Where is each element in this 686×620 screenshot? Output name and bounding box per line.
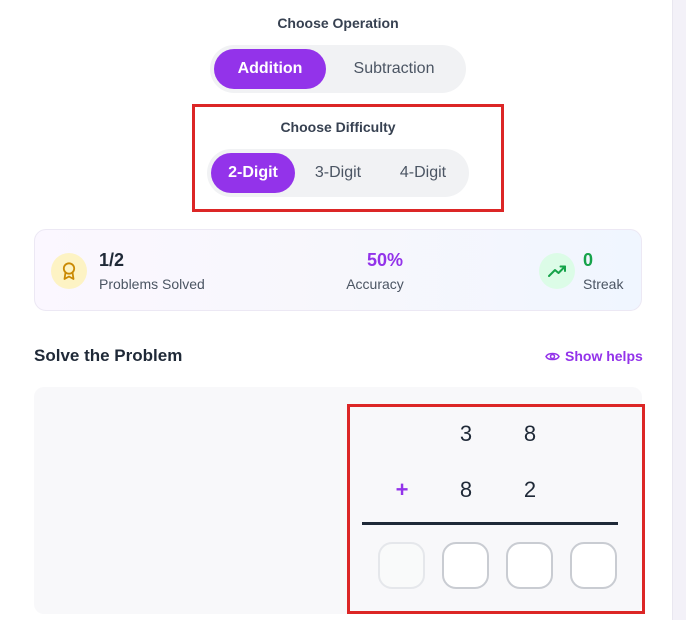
show-helps-link[interactable]: Show helps — [545, 348, 643, 364]
solved-label: Problems Solved — [99, 276, 205, 292]
eye-icon — [545, 352, 560, 360]
streak-label: Streak — [583, 276, 624, 292]
streak-value: 0 — [583, 250, 594, 270]
operation-label: Choose Operation — [277, 15, 399, 31]
main-card: Choose Operation Addition Subtraction Ch… — [0, 0, 672, 620]
two-digit-option[interactable]: 2-Digit — [211, 153, 295, 193]
accuracy-value: 50% — [366, 250, 404, 270]
addition-option[interactable]: Addition — [214, 49, 326, 89]
show-helps-label: Show helps — [565, 348, 643, 364]
difficulty-label: Choose Difficulty — [280, 119, 396, 135]
trending-up-icon — [539, 253, 575, 289]
three-digit-option[interactable]: 3-Digit — [295, 153, 381, 193]
stats-panel: 1/2 Problems Solved 50% Accuracy 0 Strea… — [34, 229, 642, 311]
operation-toggle: Addition Subtraction — [210, 45, 466, 93]
solve-problem-title: Solve the Problem — [34, 346, 183, 365]
award-icon — [51, 253, 87, 289]
problem-highlight-box — [347, 404, 645, 614]
difficulty-toggle: 2-Digit 3-Digit 4-Digit — [207, 149, 469, 197]
accuracy-label: Accuracy — [346, 276, 404, 292]
solved-value: 1/2 — [99, 250, 125, 270]
subtraction-option[interactable]: Subtraction — [326, 49, 462, 89]
right-edge-strip — [672, 0, 686, 620]
four-digit-option[interactable]: 4-Digit — [381, 153, 465, 193]
